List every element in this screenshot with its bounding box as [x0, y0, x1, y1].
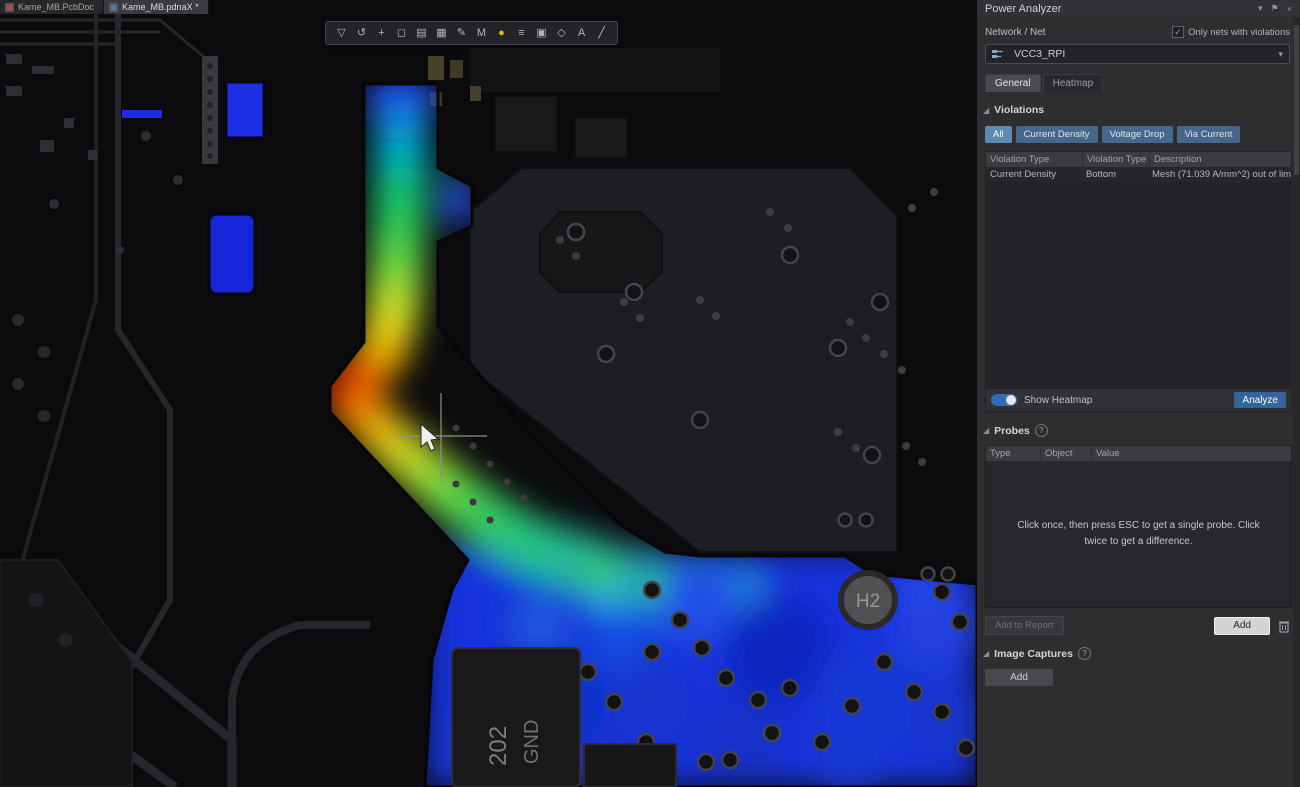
col-type[interactable]: Type	[986, 446, 1041, 461]
tab-pdnax-label: Kame_MB.pdnaX *	[122, 2, 199, 12]
probe-pen-icon[interactable]: ✎	[454, 23, 469, 43]
show-heatmap-label: Show Heatmap	[1024, 395, 1234, 406]
collapse-icon[interactable]: ◢	[983, 106, 989, 115]
violation-filter-buttons: All Current Density Voltage Drop Via Cur…	[985, 126, 1300, 143]
pdnax-icon	[109, 3, 118, 12]
tab-pcbdoc-label: Kame_MB.PcbDoc	[18, 2, 94, 12]
network-net-label: Network / Net	[985, 27, 1046, 38]
text-icon[interactable]: A	[574, 23, 589, 43]
mesh-icon[interactable]: ▦	[434, 23, 449, 43]
filter-icon[interactable]: ▽	[334, 23, 349, 43]
net-dropdown[interactable]: VCC3_RPI ▾	[985, 44, 1290, 64]
col-object[interactable]: Object	[1041, 446, 1092, 461]
power-analyzer-panel: Power Analyzer ▾ ⚑ × Network / Net ✓ Onl…	[977, 0, 1300, 787]
component-net-label: GND	[521, 720, 543, 764]
panel-title-bar: Power Analyzer ▾ ⚑ ×	[977, 0, 1300, 17]
application-window: 202 GND H2 Kame_MB.PcbDoc	[0, 0, 1300, 787]
filter-voltage-drop-button[interactable]: Voltage Drop	[1102, 126, 1173, 143]
close-icon[interactable]: ×	[1287, 4, 1292, 14]
violation-description-cell: Mesh (71.039 A/mm^2) out of limit	[1148, 169, 1291, 180]
col-value[interactable]: Value	[1092, 446, 1291, 461]
bar-chart-icon[interactable]: ▤	[414, 23, 429, 43]
floating-toolbar: ▽ ↺ + ◻ ▤ ▦ ✎ M ● ≡ ▣ ◇ A ╱	[325, 21, 618, 45]
measure-icon[interactable]: M	[474, 23, 489, 43]
net-dropdown-value: VCC3_RPI	[1014, 48, 1272, 60]
help-icon[interactable]: ?	[1078, 647, 1091, 660]
image-captures-section-header[interactable]: ◢ Image Captures ?	[983, 647, 1300, 660]
tab-heatmap[interactable]: Heatmap	[1043, 74, 1104, 92]
tab-pcbdoc[interactable]: Kame_MB.PcbDoc	[0, 0, 104, 14]
mounting-hole-h2: H2	[841, 573, 895, 627]
violations-section-label: Violations	[994, 104, 1044, 116]
filter-all-button[interactable]: All	[985, 126, 1012, 143]
probes-section-label: Probes	[994, 425, 1030, 437]
delete-probe-button[interactable]	[1278, 619, 1290, 633]
image-captures-section-label: Image Captures	[994, 648, 1073, 660]
checkbox-check-icon[interactable]: ✓	[1172, 26, 1184, 38]
scrollbar-thumb[interactable]	[1294, 25, 1299, 175]
probes-buttons-row: Add to Report Add	[985, 616, 1290, 635]
violations-section-header[interactable]: ◢ Violations	[983, 104, 1300, 116]
net-icon	[992, 49, 1008, 59]
help-icon[interactable]: ?	[1035, 424, 1048, 437]
violation-layer-cell: Bottom	[1082, 169, 1148, 180]
col-description[interactable]: Description	[1150, 152, 1291, 167]
trash-icon	[1278, 619, 1290, 633]
probes-section-header[interactable]: ◢ Probes ?	[983, 424, 1300, 437]
violation-type-cell: Current Density	[986, 169, 1082, 180]
document-tab-bar: Kame_MB.PcbDoc Kame_MB.pdnaX *	[0, 0, 209, 14]
h2-label: H2	[856, 591, 880, 612]
tab-general[interactable]: General	[985, 74, 1041, 92]
probes-table: Type Object Value	[985, 445, 1292, 461]
violation-row[interactable]: Current Density Bottom Mesh (71.039 A/mm…	[986, 167, 1291, 182]
probes-table-header: Type Object Value	[986, 446, 1291, 461]
pin-icon[interactable]: ⚑	[1271, 3, 1279, 14]
marquee-icon[interactable]: ◻	[394, 23, 409, 43]
capture-icon[interactable]: ▣	[534, 23, 549, 43]
only-violations-checkbox[interactable]: ✓ Only nets with violations	[1172, 26, 1290, 38]
panel-tab-bar: General Heatmap	[985, 74, 1300, 92]
tab-heatmap-label: Heatmap	[1053, 78, 1094, 89]
violations-table-header: Violation Type Violation Type Descriptio…	[986, 152, 1291, 167]
violations-list-empty-area[interactable]	[986, 182, 1291, 388]
tab-pdnax[interactable]: Kame_MB.pdnaX *	[104, 0, 209, 14]
highlight-bulb-icon[interactable]: ●	[494, 23, 509, 43]
pcbdoc-icon	[5, 3, 14, 12]
col-violation-type[interactable]: Violation Type	[986, 152, 1083, 167]
filter-current-density-button[interactable]: Current Density	[1016, 126, 1098, 143]
panel-menu-chevron-icon[interactable]: ▾	[1258, 3, 1263, 14]
show-heatmap-toggle[interactable]	[991, 394, 1017, 406]
polygon-icon[interactable]: ◇	[554, 23, 569, 43]
violations-footer: Show Heatmap Analyze	[985, 388, 1292, 412]
pcb-canvas[interactable]: 202 GND H2 Kame_MB.PcbDoc	[0, 0, 977, 787]
add-to-report-button[interactable]: Add to Report	[985, 616, 1064, 635]
pcb-render: 202 GND H2	[0, 0, 977, 787]
analyze-button[interactable]: Analyze	[1234, 392, 1286, 408]
probes-empty-text: Click once, then press ESC to get a sing…	[1012, 518, 1265, 550]
panel-title: Power Analyzer	[985, 3, 1061, 15]
add-capture-button[interactable]: Add	[985, 669, 1053, 686]
panel-scrollbar[interactable]	[1293, 17, 1300, 787]
collapse-icon[interactable]: ◢	[983, 649, 989, 658]
move-icon[interactable]: +	[374, 23, 389, 43]
lasso-icon[interactable]: ↺	[354, 23, 369, 43]
add-probe-button[interactable]: Add	[1214, 617, 1270, 635]
only-violations-label: Only nets with violations	[1188, 27, 1290, 38]
tab-general-label: General	[995, 78, 1031, 89]
probes-empty-state[interactable]: Click once, then press ESC to get a sing…	[985, 461, 1292, 608]
collapse-icon[interactable]: ◢	[983, 426, 989, 435]
layers-icon[interactable]: ≡	[514, 23, 529, 43]
component-ref-label: 202	[485, 726, 512, 766]
chevron-down-icon: ▾	[1278, 49, 1283, 60]
filter-via-current-button[interactable]: Via Current	[1177, 126, 1241, 143]
violations-table: Violation Type Violation Type Descriptio…	[985, 151, 1292, 388]
network-net-row: Network / Net ✓ Only nets with violation…	[977, 26, 1300, 38]
line-icon[interactable]: ╱	[594, 23, 609, 43]
col-violation-type-2[interactable]: Violation Type	[1083, 152, 1150, 167]
